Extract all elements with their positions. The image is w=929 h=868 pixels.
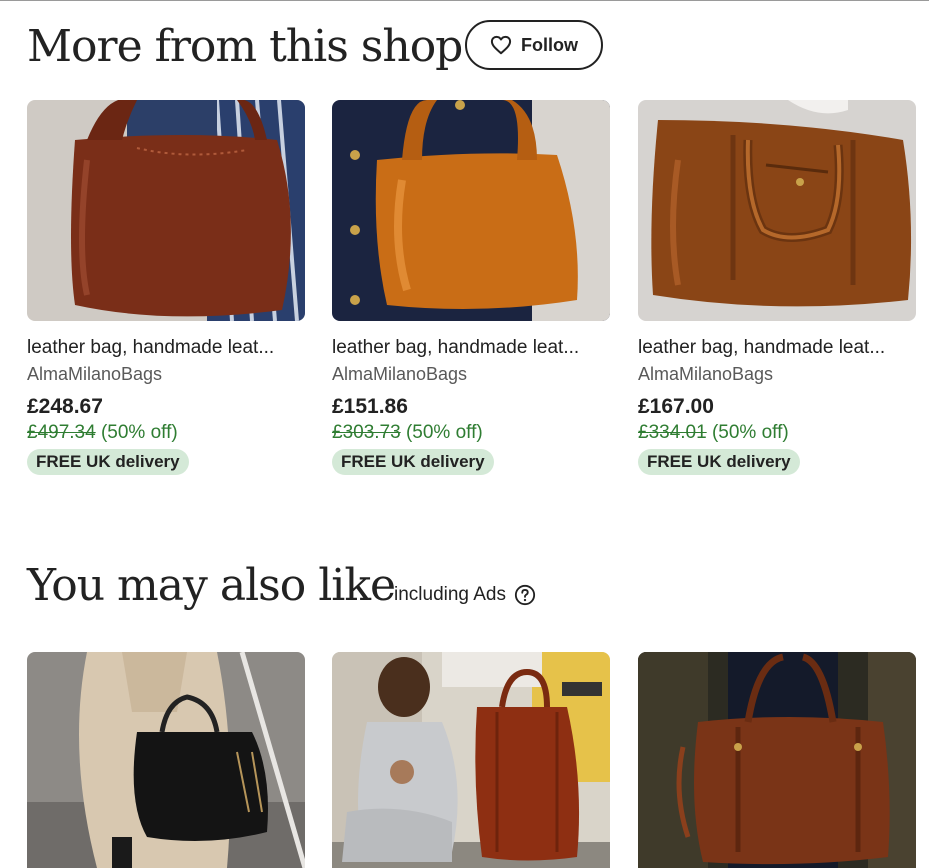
product-image[interactable] [332,100,610,321]
ads-disclosure: including Ads [394,584,536,606]
discount-text: (50% off) [405,422,483,443]
product-title[interactable]: leather bag, handmade leat... [638,336,916,360]
product-title[interactable]: leather bag, handmade leat... [27,336,305,360]
help-icon[interactable] [514,584,536,606]
original-price-row: £497.34 (50% off) [27,420,305,446]
recommended-card[interactable] [332,652,610,868]
top-divider [0,0,929,1]
product-image[interactable] [27,100,305,321]
follow-label: Follow [521,34,578,55]
product-price: £167.00 [638,395,714,418]
heart-icon [490,35,512,55]
free-delivery-badge: FREE UK delivery [332,449,494,475]
product-price: £248.67 [27,395,103,418]
discount-text: (50% off) [100,422,178,443]
shop-section-title: More from this shop [27,21,463,72]
product-image[interactable] [332,652,610,868]
free-delivery-badge: FREE UK delivery [27,449,189,475]
shop-name: AlmaMilanoBags [638,364,774,384]
shop-name: AlmaMilanoBags [27,364,163,384]
product-image[interactable] [638,100,916,321]
recommended-card[interactable] [27,652,305,868]
original-price: £303.73 [332,422,401,443]
shop-name: AlmaMilanoBags [332,364,468,384]
product-card[interactable]: leather bag, handmade leat... AlmaMilano… [638,100,916,475]
product-image[interactable] [638,652,916,868]
product-price: £151.86 [332,395,408,418]
free-delivery-badge: FREE UK delivery [638,449,800,475]
also-like-section-title: You may also like [27,560,396,611]
product-card[interactable]: leather bag, handmade leat... AlmaMilano… [27,100,305,475]
follow-button[interactable]: Follow [465,20,603,70]
ads-note-label: including Ads [394,584,506,605]
original-price-row: £303.73 (50% off) [332,420,610,446]
product-image[interactable] [27,652,305,868]
product-card[interactable]: leather bag, handmade leat... AlmaMilano… [332,100,610,475]
original-price-row: £334.01 (50% off) [638,420,916,446]
original-price: £497.34 [27,422,96,443]
product-title[interactable]: leather bag, handmade leat... [332,336,610,360]
recommended-card[interactable] [638,652,916,868]
original-price: £334.01 [638,422,707,443]
discount-text: (50% off) [711,422,789,443]
